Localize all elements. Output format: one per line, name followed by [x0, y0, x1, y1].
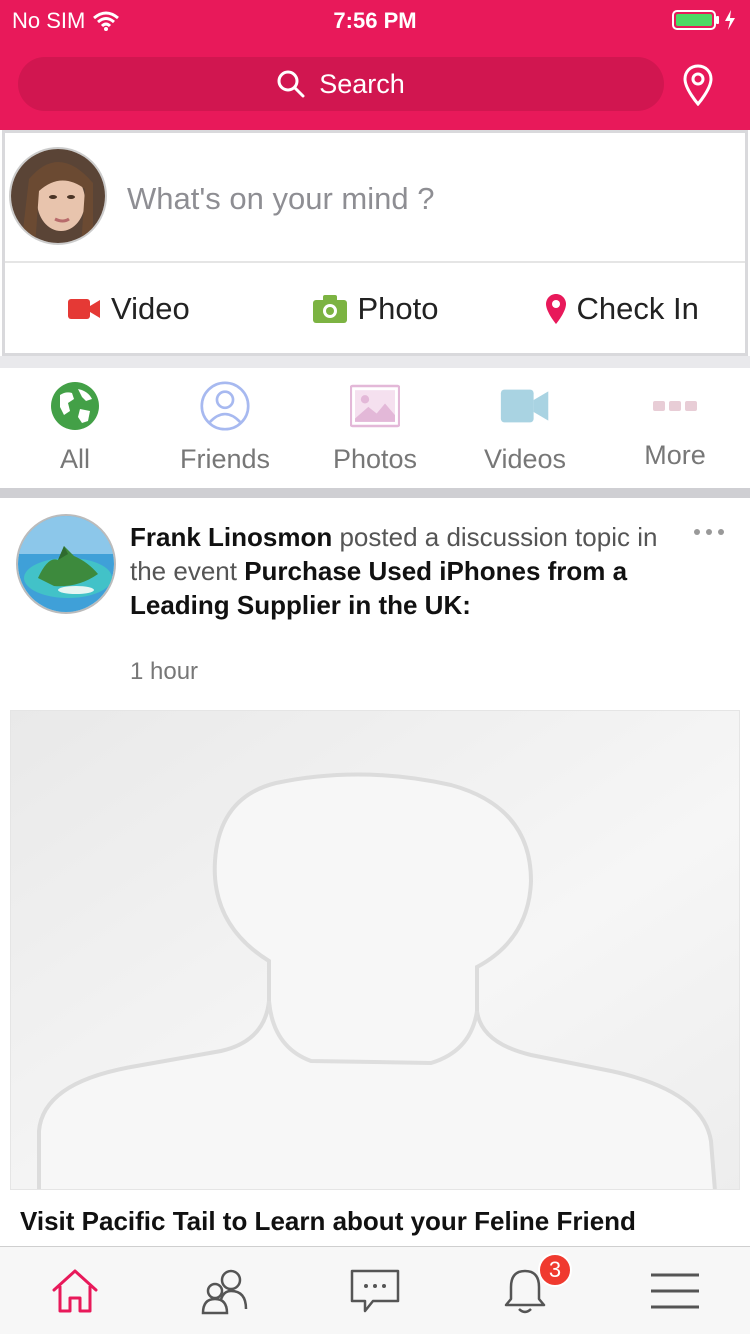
filter-videos-label: Videos	[483, 444, 567, 474]
post-options-icon[interactable]	[690, 522, 730, 542]
feed-filter-bar: All Friends Photos Videos More	[0, 368, 750, 488]
post-link-title[interactable]: Visit Pacific Tail to Learn about your F…	[20, 1206, 636, 1237]
tab-notifications[interactable]: 3	[450, 1247, 600, 1334]
hamburger-icon	[651, 1273, 699, 1308]
composer-actions: Video Photo Check In	[5, 279, 745, 339]
home-icon	[52, 1269, 98, 1312]
status-bar: No SIM 7:56 PM	[0, 0, 750, 42]
post-author-avatar[interactable]	[16, 514, 116, 614]
filter-photos[interactable]: Photos	[300, 368, 450, 488]
search-bar[interactable]: Search	[18, 57, 664, 111]
chat-icon	[350, 1269, 400, 1312]
user-avatar[interactable]	[9, 147, 107, 245]
clock: 7:56 PM	[333, 8, 417, 33]
filter-more[interactable]: More	[600, 368, 750, 488]
section-separator	[0, 356, 750, 368]
filter-friends-label: Friends	[179, 444, 271, 474]
search-icon	[277, 70, 305, 98]
photo-button[interactable]: Photo	[252, 279, 499, 339]
filter-all-label: All	[59, 444, 90, 474]
post-composer: What's on your mind ? Video Photo Check …	[2, 130, 748, 356]
tab-friends[interactable]	[150, 1247, 300, 1334]
image-icon	[350, 384, 400, 428]
tab-home[interactable]	[0, 1247, 150, 1334]
check-in-label: Check In	[576, 291, 699, 326]
tab-menu[interactable]	[600, 1247, 750, 1334]
more-icon	[653, 401, 697, 411]
user-icon	[200, 381, 250, 431]
section-separator	[0, 488, 750, 498]
filter-videos[interactable]: Videos	[450, 368, 600, 488]
filter-friends[interactable]: Friends	[150, 368, 300, 488]
camera-icon	[312, 295, 347, 323]
filter-photos-label: Photos	[332, 444, 418, 474]
top-header: No SIM 7:56 PM Search	[0, 0, 750, 130]
globe-icon	[51, 382, 99, 430]
video-button[interactable]: Video	[5, 279, 252, 339]
map-pin-icon	[545, 294, 566, 324]
post-link-image[interactable]	[10, 710, 740, 1190]
avatar-photo	[11, 149, 105, 243]
island-avatar-photo	[18, 516, 114, 612]
placeholder-person-icon	[11, 711, 739, 1189]
people-icon	[201, 1269, 248, 1314]
post-headline: Frank Linosmon posted a discussion topic…	[130, 520, 690, 622]
location-button[interactable]	[680, 62, 716, 108]
bottom-tab-bar: 3	[0, 1246, 750, 1334]
feed-post: Frank Linosmon posted a discussion topic…	[0, 498, 750, 1248]
video-camera-icon	[67, 299, 100, 319]
post-author-name[interactable]: Frank Linosmon	[130, 522, 332, 552]
battery-indicator	[672, 9, 736, 31]
tab-messages[interactable]	[300, 1247, 450, 1334]
map-pin-icon	[683, 64, 713, 106]
battery-icon	[672, 10, 719, 30]
post-timestamp: 1 hour	[130, 658, 199, 685]
filter-all[interactable]: All	[0, 368, 150, 488]
composer-divider	[5, 261, 745, 263]
charging-bolt-icon	[725, 10, 735, 30]
video-icon	[500, 389, 549, 423]
photo-label: Photo	[357, 291, 439, 326]
filter-more-label: More	[644, 440, 706, 470]
notification-badge: 3	[538, 1253, 572, 1287]
check-in-button[interactable]: Check In	[498, 279, 745, 339]
search-label: Search	[319, 68, 405, 99]
composer-prompt[interactable]: What's on your mind ?	[127, 181, 434, 217]
video-label: Video	[110, 291, 190, 326]
